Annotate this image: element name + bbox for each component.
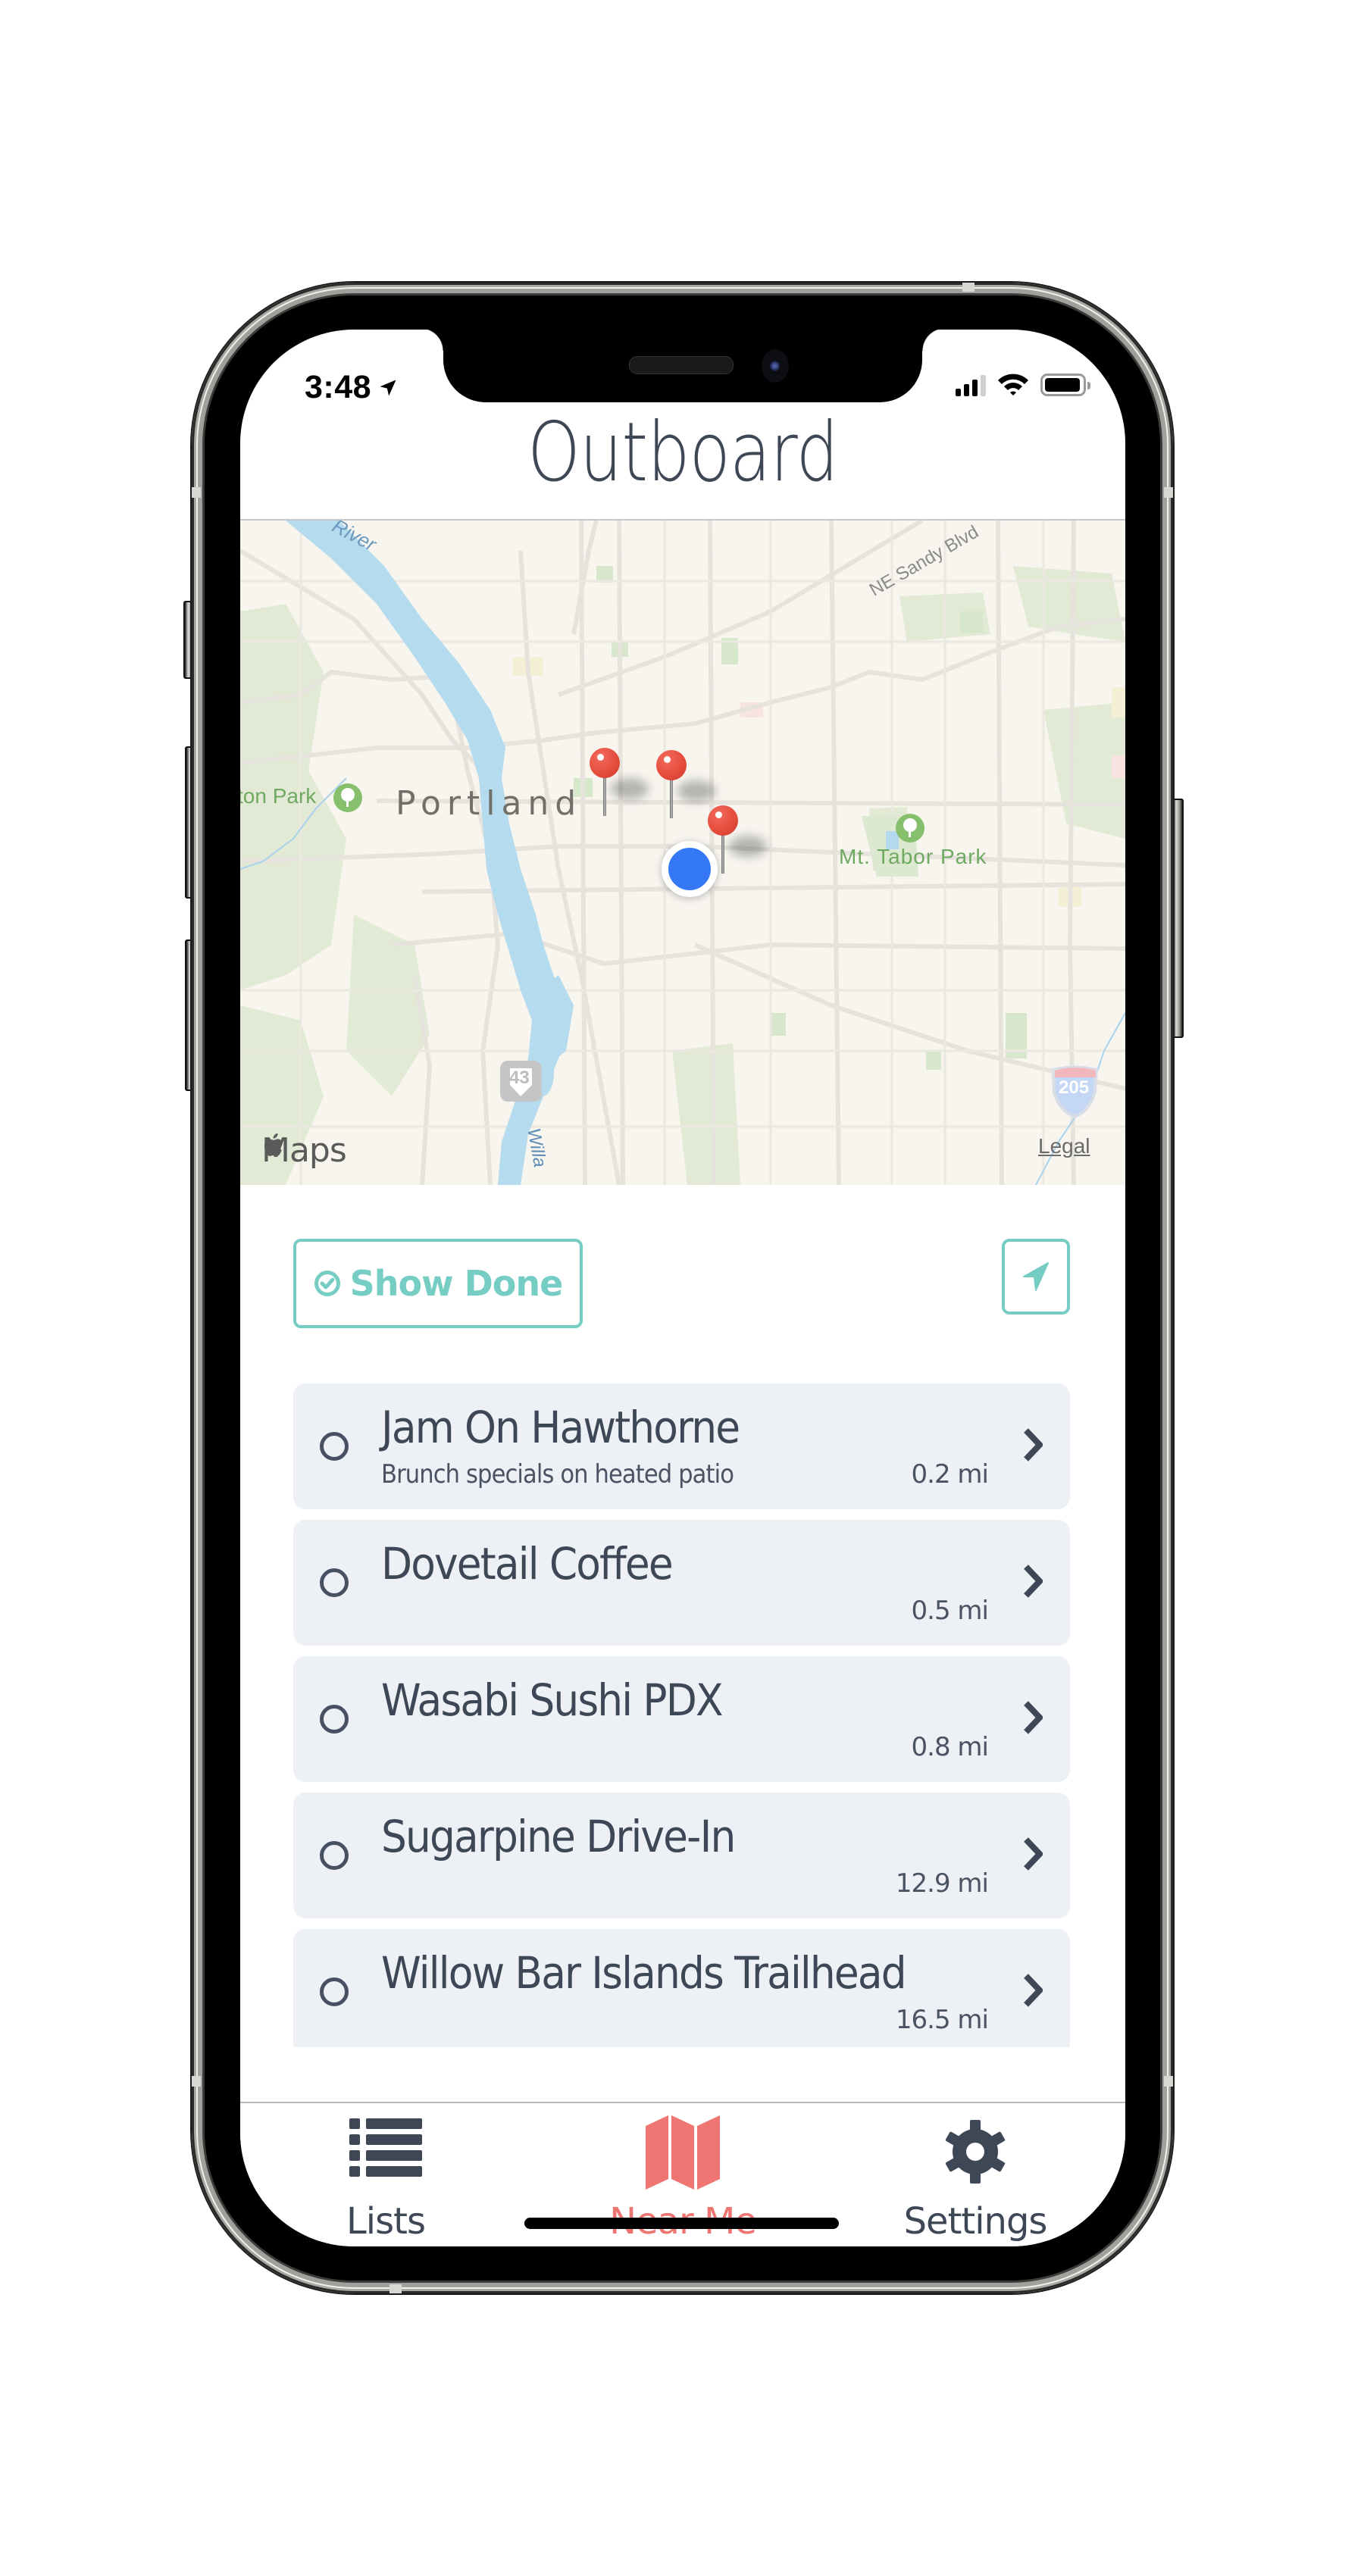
locate-me-button[interactable] — [1002, 1239, 1070, 1315]
place-name: Willow Bar Islands Trailhead — [381, 1947, 907, 1999]
done-checkbox[interactable] — [320, 1568, 349, 1597]
battery-icon — [1040, 374, 1090, 396]
antenna-band — [389, 2284, 402, 2293]
signal-bar — [956, 389, 961, 396]
done-checkbox[interactable] — [320, 1432, 349, 1461]
battery-level — [1045, 378, 1080, 392]
app-title: Outboard — [320, 405, 1046, 500]
park-label: Mt. Tabor Park — [839, 845, 987, 868]
chevron-right-icon — [1024, 1701, 1043, 1734]
legal-link[interactable]: Legal — [1038, 1134, 1090, 1158]
map-pin[interactable] — [656, 750, 715, 818]
screen: 3:48 Outboard River NE Sandy Blvd ton Pa… — [240, 330, 1125, 2246]
place-row[interactable]: Dovetail Coffee 0.5 mi — [293, 1520, 1070, 1646]
location-arrow-icon — [1023, 1262, 1049, 1291]
home-indicator[interactable] — [524, 2218, 839, 2229]
earpiece-speaker — [629, 356, 734, 374]
wifi-icon — [998, 374, 1028, 395]
antenna-band — [192, 487, 201, 498]
notch — [421, 330, 945, 402]
place-name: Dovetail Coffee — [381, 1538, 674, 1590]
map-icon — [646, 2115, 720, 2190]
pin-shadow — [677, 780, 715, 802]
places-list[interactable]: Jam On Hawthorne Brunch specials on heate… — [293, 1383, 1070, 2047]
show-done-label: Show Done — [349, 1263, 564, 1304]
antenna-band — [192, 2076, 201, 2087]
signal-icon — [956, 375, 986, 396]
chevron-right-icon — [1024, 1565, 1043, 1598]
done-checkbox[interactable] — [320, 1841, 349, 1870]
show-done-button[interactable]: Show Done — [293, 1239, 583, 1328]
done-checkbox[interactable] — [320, 1705, 349, 1733]
tab-settings[interactable]: Settings — [862, 2103, 1089, 2246]
signal-bar — [964, 384, 969, 396]
place-name: Jam On Hawthorne — [381, 1402, 740, 1453]
place-distance: 0.2 mi — [911, 1459, 989, 1490]
antenna-band — [962, 283, 975, 292]
signal-bar — [972, 380, 978, 396]
map-view[interactable]: River NE Sandy Blvd ton Park Portland Mt… — [240, 519, 1125, 1185]
place-name: Wasabi Sushi PDX — [381, 1674, 724, 1726]
place-row[interactable]: Willow Bar Islands Trailhead 16.5 mi — [293, 1929, 1070, 2047]
chevron-right-icon — [1024, 1974, 1043, 2007]
map-pin[interactable] — [590, 748, 649, 816]
city-label: Portland — [396, 784, 583, 823]
user-location-dot — [662, 841, 718, 897]
pin-stick — [721, 834, 724, 874]
place-row[interactable]: Wasabi Sushi PDX 0.8 mi — [293, 1656, 1070, 1782]
check-circle-icon — [314, 1271, 340, 1296]
pin-shadow — [611, 778, 649, 799]
pin-shadow — [729, 836, 767, 857]
pin-stick — [670, 779, 673, 818]
status-time-text: 3:48 — [305, 369, 372, 405]
pin-head — [708, 805, 738, 836]
done-checkbox[interactable] — [320, 1977, 349, 2006]
apple-logo-icon — [264, 1133, 283, 1156]
route-205-label: 205 — [1059, 1077, 1090, 1098]
park-label: ton Park — [240, 784, 317, 808]
place-distance: 0.8 mi — [911, 1732, 989, 1762]
app-title-text: Outboard — [527, 405, 839, 500]
gear-icon — [945, 2120, 1006, 2184]
place-distance: 16.5 mi — [895, 2005, 989, 2035]
apple-maps-logo: Maps — [261, 1131, 347, 1170]
route-43-label: 43 — [509, 1068, 530, 1088]
tab-lists-label: Lists — [346, 2200, 426, 2243]
pin-stick — [603, 777, 606, 816]
power-button — [1172, 799, 1184, 1038]
tab-lists[interactable]: Lists — [272, 2103, 499, 2246]
antenna-band — [1164, 487, 1173, 498]
place-note: Brunch specials on heated patio — [381, 1459, 734, 1490]
place-distance: 0.5 mi — [911, 1596, 989, 1626]
place-distance: 12.9 mi — [895, 1868, 989, 1899]
place-row[interactable]: Sugarpine Drive-In 12.9 mi — [293, 1793, 1070, 1918]
place-name: Sugarpine Drive-In — [381, 1811, 736, 1862]
pin-head — [590, 748, 620, 778]
list-icon — [349, 2118, 422, 2177]
chevron-right-icon — [1024, 1837, 1043, 1871]
pin-head — [656, 750, 687, 780]
chevron-right-icon — [1024, 1428, 1043, 1462]
location-arrow-icon — [380, 380, 396, 395]
status-time: 3:48 — [305, 369, 399, 406]
tab-settings-label: Settings — [903, 2200, 1048, 2243]
place-row[interactable]: Jam On Hawthorne Brunch specials on heate… — [293, 1383, 1070, 1509]
signal-bar — [981, 375, 986, 396]
front-camera — [762, 349, 789, 383]
status-indicators — [956, 372, 1090, 396]
antenna-band — [1164, 2076, 1173, 2087]
